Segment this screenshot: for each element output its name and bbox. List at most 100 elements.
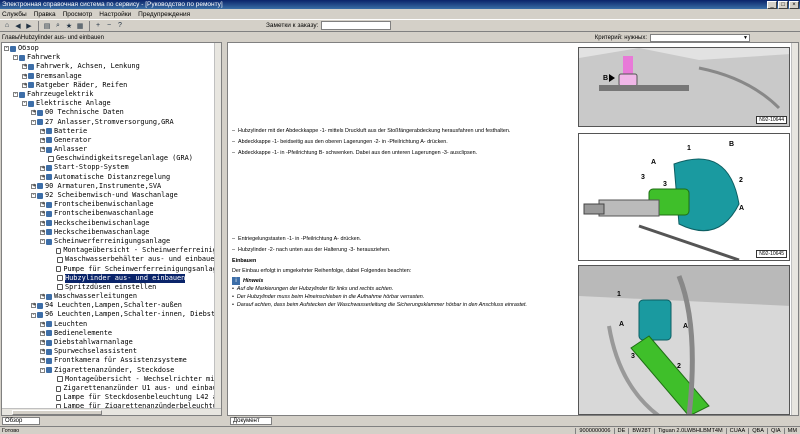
close-button[interactable]: × (789, 0, 799, 9)
expand-icon[interactable]: + (40, 128, 45, 134)
tree-item[interactable]: + Heckscheibenwischanlage (2, 219, 221, 228)
tree-item[interactable]: - Fahrzeugelektrik (2, 90, 221, 99)
expand-icon[interactable]: + (40, 330, 45, 336)
collapse-icon[interactable]: - (40, 239, 45, 245)
expand-icon[interactable]: + (22, 82, 27, 88)
expand-icon[interactable]: + (40, 165, 45, 171)
order-notes-input[interactable] (321, 21, 392, 30)
book-icon (10, 45, 16, 52)
tree-vertical-scrollbar[interactable] (214, 43, 221, 415)
tree-item[interactable]: + Anlasser (2, 145, 221, 154)
maximize-button[interactable]: □ (778, 0, 788, 9)
menu-settings[interactable]: Настройки (99, 11, 131, 18)
tree-item[interactable]: Zigarettenanzünder U1 aus- und einbaue (2, 384, 221, 393)
collapse-icon[interactable]: - (31, 119, 36, 125)
bookmark-icon[interactable]: ★ (64, 21, 74, 31)
tree-item[interactable]: + Diebstahlwarnanlage (2, 338, 221, 347)
zoom-out-icon[interactable]: − (104, 21, 114, 31)
menu-edit[interactable]: Правка (34, 11, 56, 18)
expand-icon[interactable]: + (40, 321, 45, 327)
zoom-in-icon[interactable]: + (93, 21, 103, 31)
criteria-select[interactable]: ▼ (650, 33, 750, 42)
home-icon[interactable]: ⌂ (2, 21, 12, 31)
tree-item[interactable]: + Waschwasserleitungen (2, 292, 221, 301)
tree-item[interactable]: Waschwasserbehälter aus- und einbauen (2, 255, 221, 264)
collapse-icon[interactable]: - (13, 55, 18, 61)
menu-warnings[interactable]: Предупреждения (138, 11, 190, 18)
menu-view[interactable]: Просмотр (63, 11, 93, 18)
tree-item[interactable]: - 96 Leuchten,Lampen,Schalter-innen, Dieb… (2, 310, 221, 319)
expand-icon[interactable]: + (22, 73, 27, 79)
figure-1-label: N92-10644 (756, 116, 787, 124)
scroll-thumb[interactable] (12, 410, 102, 415)
expand-icon[interactable]: + (40, 349, 45, 355)
tree-item[interactable]: Pumpe für Scheinwerferreinigungsanlage (2, 265, 221, 274)
tree-item[interactable]: - 92 Scheibenwisch-und Waschanlage (2, 191, 221, 200)
tab-overview[interactable]: Обзор (2, 417, 40, 425)
tree-item[interactable]: + Frontscheibenwaschanlage (2, 209, 221, 218)
expand-icon[interactable]: + (40, 147, 45, 153)
tree-item[interactable]: - Fahrwerk (2, 53, 221, 62)
collapse-icon[interactable]: - (31, 193, 36, 199)
print-icon[interactable]: ▤ (42, 21, 52, 31)
collapse-icon[interactable]: - (4, 46, 9, 52)
collapse-icon[interactable]: - (40, 367, 45, 373)
expand-icon[interactable]: + (40, 294, 45, 300)
expand-icon[interactable]: + (40, 202, 45, 208)
tree-item[interactable]: Lampe für Steckdosenbeleuchtung L42 au (2, 393, 221, 402)
tree-item[interactable]: - Zigarettenanzünder, Steckdose (2, 366, 221, 375)
tree-item[interactable]: - Elektrische Anlage (2, 99, 221, 108)
tree-item[interactable]: + Bremsanlage (2, 72, 221, 81)
back-icon[interactable]: ◀ (13, 21, 23, 31)
tab-document[interactable]: Документ (230, 417, 272, 425)
expand-icon[interactable]: + (40, 340, 45, 346)
collapse-icon[interactable]: - (31, 312, 36, 318)
collapse-icon[interactable]: - (13, 92, 18, 98)
tree-item[interactable]: Montageübersicht - Scheinwerferreinigu (2, 246, 221, 255)
tree-item[interactable]: +90 Armaturen,Instrumente,SVA (2, 182, 221, 191)
tree-item[interactable]: + Spurwechselassistent (2, 347, 221, 356)
tree-item[interactable]: - Обзор (2, 44, 221, 53)
expand-icon[interactable]: + (40, 220, 45, 226)
tree-item[interactable]: + Leuchten (2, 320, 221, 329)
collapse-icon[interactable]: - (22, 101, 27, 107)
tree-item[interactable]: Montageübersicht - Wechselrichter mit (2, 375, 221, 384)
tree-item[interactable]: - 27 Anlasser,Stromversorgung,GRA (2, 118, 221, 127)
tree-item[interactable]: + Automatische Distanzregelung (2, 173, 221, 182)
tree-item[interactable]: + Start-Stopp-System (2, 163, 221, 172)
minimize-button[interactable]: _ (767, 0, 777, 9)
tree-item[interactable]: - Scheinwerferreinigungsanlage (2, 237, 221, 246)
expand-icon[interactable]: + (40, 358, 45, 364)
tree-item[interactable]: + Ratgeber Räder, Reifen (2, 81, 221, 90)
forward-icon[interactable]: ▶ (24, 21, 34, 31)
expand-icon[interactable]: + (40, 211, 45, 217)
step-text: Abdeckkappe -1- beidseitig aus den obere… (238, 139, 448, 145)
tree-item[interactable]: Hubzylinder aus- und einbauen (2, 273, 221, 283)
expand-icon[interactable]: + (40, 174, 45, 180)
menu-services[interactable]: Службы (2, 11, 27, 18)
tree-item-label: 27 Anlasser,Stromversorgung,GRA (45, 117, 174, 126)
expand-icon[interactable]: + (40, 137, 45, 143)
expand-icon[interactable]: + (40, 229, 45, 235)
tree-item[interactable]: + Frontscheibenwischanlage (2, 200, 221, 209)
expand-icon[interactable]: + (31, 110, 36, 116)
tree-item[interactable]: Geschwindigkeitsregelanlage (GRA) (2, 154, 221, 163)
document-icon[interactable]: ▦ (75, 21, 85, 31)
expand-icon[interactable]: + (31, 183, 36, 189)
document-vertical-scrollbar[interactable] (791, 43, 798, 415)
tree-item[interactable]: +94 Leuchten,Lampen,Schalter-außen (2, 301, 221, 310)
tree-item[interactable]: + Heckscheibenwaschanlage (2, 228, 221, 237)
tree-item[interactable]: + Batterie (2, 127, 221, 136)
page-icon (57, 256, 63, 263)
expand-icon[interactable]: + (22, 64, 27, 70)
tree-item[interactable]: + Bedienelemente (2, 329, 221, 338)
tree-item[interactable]: + Fahrwerk, Achsen, Lenkung (2, 62, 221, 71)
tree-item[interactable]: +00 Technische Daten (2, 108, 221, 117)
expand-icon[interactable]: + (31, 303, 36, 309)
tree-item[interactable]: Spritzdüsen einstellen (2, 283, 221, 292)
help-icon[interactable]: ? (115, 21, 125, 31)
search-icon[interactable]: ⌕ (53, 21, 63, 31)
tree-item[interactable]: + Generator (2, 136, 221, 145)
tree-item[interactable]: + Frontkamera für Assistenzsysteme (2, 356, 221, 365)
tree-horizontal-scrollbar[interactable] (2, 408, 221, 415)
